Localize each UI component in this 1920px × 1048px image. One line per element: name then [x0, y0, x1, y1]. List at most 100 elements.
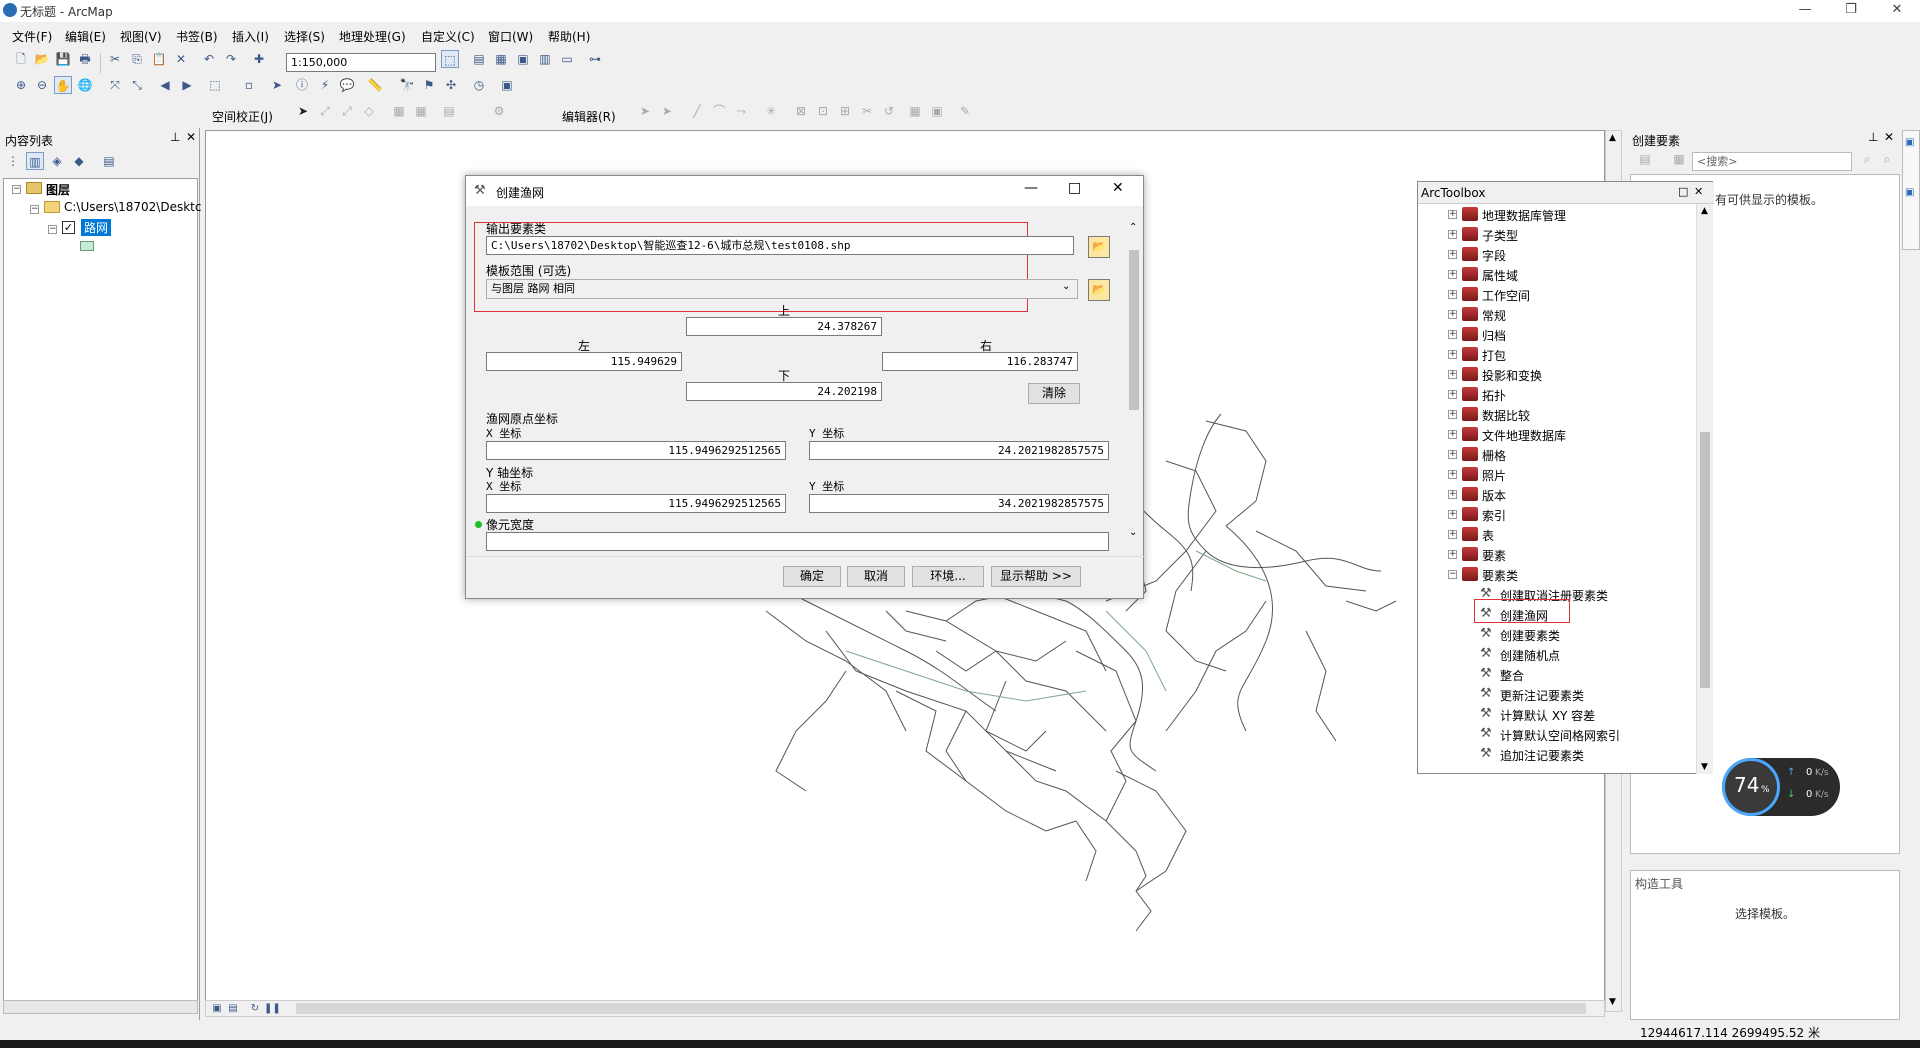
toolbox-item[interactable]: + 打包 — [1418, 345, 1696, 365]
save-icon[interactable]: 💾 — [54, 50, 72, 68]
collapse-layer-icon[interactable]: − — [48, 225, 57, 234]
toc-options-icon[interactable]: ▤ — [100, 152, 118, 170]
dialog-scrollbar[interactable]: ⌃ ⌄ — [1126, 220, 1142, 540]
create-viewer-icon[interactable]: ▣ — [498, 76, 516, 94]
list-by-drawing-order-icon[interactable]: ⋮ — [4, 152, 22, 170]
arctoolbox-close-icon[interactable]: ✕ — [1694, 185, 1703, 198]
expand-icon[interactable]: + — [1448, 330, 1457, 339]
minimize-button[interactable]: — — [1782, 0, 1828, 22]
clear-button[interactable]: 清除 — [1028, 383, 1080, 404]
ok-button[interactable]: 确定 — [783, 566, 841, 587]
dialog-maximize-icon[interactable]: □ — [1068, 180, 1081, 196]
y-axis-y-field[interactable]: 34.2021982857575 — [809, 494, 1109, 513]
editor-toolbar-icon[interactable]: ⬚ — [441, 50, 459, 68]
select-elements-icon[interactable]: ➤ — [268, 76, 286, 94]
expand-icon[interactable]: + — [1448, 550, 1457, 559]
search-tab-icon[interactable]: ▣ — [1905, 187, 1914, 198]
expand-icon[interactable]: + — [1448, 350, 1457, 359]
menu-edit[interactable]: 编辑(E) — [65, 28, 106, 45]
template-extent-select[interactable]: 与图层 路网 相同 — [486, 279, 1078, 299]
create-features-pin-icon[interactable]: ⊥ — [1868, 130, 1878, 144]
expand-icon[interactable]: + — [1448, 390, 1457, 399]
environments-button[interactable]: 环境... — [912, 566, 984, 587]
full-extent-icon[interactable]: 🌐 — [76, 76, 94, 94]
list-by-selection-icon[interactable]: ◆ — [70, 152, 88, 170]
show-help-button[interactable]: 显示帮助 >> — [991, 566, 1081, 587]
toolbox-item[interactable]: − 要素类 — [1418, 565, 1696, 585]
redo-icon[interactable]: ↷ — [222, 50, 240, 68]
template-search-input[interactable]: <搜索> — [1692, 152, 1852, 171]
new-document-icon[interactable]: 🗋 — [12, 50, 30, 68]
catalog-icon[interactable]: ▦ — [492, 50, 510, 68]
menu-geoprocessing[interactable]: 地理处理(G) — [339, 28, 406, 45]
origin-y-field[interactable]: 24.2021982857575 — [809, 441, 1109, 460]
toolbox-item[interactable]: + 工作空间 — [1418, 285, 1696, 305]
list-by-source-icon[interactable]: ▥ — [26, 152, 44, 170]
layout-view-icon[interactable]: ▤ — [226, 1000, 240, 1014]
expand-icon[interactable]: + — [1448, 290, 1457, 299]
extent-right-field[interactable]: 116.283747 — [882, 352, 1078, 371]
open-icon[interactable]: 📂 — [33, 50, 51, 68]
menu-customize[interactable]: 自定义(C) — [421, 28, 475, 45]
edit-tool-icon[interactable]: ➤ — [294, 102, 312, 120]
copy-icon[interactable]: ⎘ — [128, 50, 146, 68]
toolbox-item[interactable]: + 归档 — [1418, 325, 1696, 345]
cut-icon[interactable]: ✂ — [106, 50, 124, 68]
paste-icon[interactable]: 📋 — [150, 50, 168, 68]
toolbox-tool[interactable]: ⚒ 计算默认空间格网索引 — [1418, 725, 1696, 745]
list-by-visibility-icon[interactable]: ◈ — [48, 152, 66, 170]
hyperlink-icon[interactable]: ⚡ — [316, 76, 334, 94]
extent-bottom-field[interactable]: 24.202198 — [686, 382, 882, 401]
table-of-contents-icon[interactable]: ▤ — [470, 50, 488, 68]
panel-splitter[interactable] — [1630, 856, 1900, 868]
menu-insert[interactable]: 插入(I) — [232, 28, 269, 45]
dialog-close-icon[interactable]: ✕ — [1112, 180, 1124, 196]
layers-root[interactable]: 图层 — [46, 181, 70, 198]
expand-icon[interactable]: + — [1448, 430, 1457, 439]
forward-extent-icon[interactable]: ▶ — [178, 76, 196, 94]
toolbox-tool[interactable]: ⚒ 创建要素类 — [1418, 625, 1696, 645]
python-icon[interactable]: ▭ — [558, 50, 576, 68]
layer-visibility-checkbox[interactable]: ✓ — [62, 221, 75, 234]
toc-close-icon[interactable]: ✕ — [186, 130, 196, 144]
toolbox-item[interactable]: + 地理数据库管理 — [1418, 205, 1696, 225]
y-axis-x-field[interactable]: 115.9496292512565 — [486, 494, 786, 513]
select-features-icon[interactable]: ⬚ — [206, 76, 224, 94]
add-data-icon[interactable]: ✚ — [250, 50, 268, 68]
toolbox-tool[interactable]: ⚒ 创建随机点 — [1418, 645, 1696, 665]
back-extent-icon[interactable]: ◀ — [156, 76, 174, 94]
extent-left-field[interactable]: 115.949629 — [486, 352, 682, 371]
menu-bookmarks[interactable]: 书签(B) — [176, 28, 218, 45]
clear-selection-icon[interactable]: ▫ — [240, 76, 258, 94]
toolbox-item[interactable]: + 栅格 — [1418, 445, 1696, 465]
filter-templates-icon[interactable]: ▦ — [1670, 150, 1688, 168]
expand-icon[interactable]: + — [1448, 370, 1457, 379]
refresh-view-icon[interactable]: ↻ — [248, 1000, 262, 1014]
create-features-close-icon[interactable]: ✕ — [1884, 130, 1894, 144]
organize-templates-icon[interactable]: ▤ — [1636, 150, 1654, 168]
menu-view[interactable]: 视图(V) — [120, 28, 162, 45]
undo-icon[interactable]: ↶ — [200, 50, 218, 68]
expand-icon[interactable]: − — [1448, 570, 1457, 579]
editor-menu[interactable]: 编辑器(R) — [562, 108, 616, 125]
toolbox-item[interactable]: + 文件地理数据库 — [1418, 425, 1696, 445]
toolbox-tool[interactable]: ⚒ 整合 — [1418, 665, 1696, 685]
catalog-tab-icon[interactable]: ▣ — [1905, 137, 1914, 148]
toolbox-item[interactable]: + 属性域 — [1418, 265, 1696, 285]
arctoolbox-maximize-icon[interactable]: □ — [1678, 185, 1688, 198]
data-view-icon[interactable]: ▣ — [210, 1000, 224, 1014]
identify-icon[interactable]: ⓘ — [293, 76, 311, 94]
restore-button[interactable]: ❐ — [1828, 0, 1874, 22]
close-window-button[interactable]: ✕ — [1874, 0, 1920, 22]
toolbox-item[interactable]: + 常规 — [1418, 305, 1696, 325]
folder-path[interactable]: C:\Users\18702\Desktc — [64, 200, 201, 214]
arctoolbox-scrollbar[interactable]: ▲ ▼ — [1696, 204, 1713, 774]
menu-help[interactable]: 帮助(H) — [548, 28, 590, 45]
map-horizontal-scrollbar[interactable] — [296, 1003, 1586, 1014]
find-route-icon[interactable]: ⚑ — [420, 76, 438, 94]
menu-selection[interactable]: 选择(S) — [284, 28, 325, 45]
collapse-folder-icon[interactable]: − — [30, 205, 39, 214]
find-icon[interactable]: 🔭 — [398, 76, 416, 94]
expand-icon[interactable]: + — [1448, 310, 1457, 319]
fixed-zoom-out-icon[interactable]: ⤡ — [128, 76, 146, 94]
